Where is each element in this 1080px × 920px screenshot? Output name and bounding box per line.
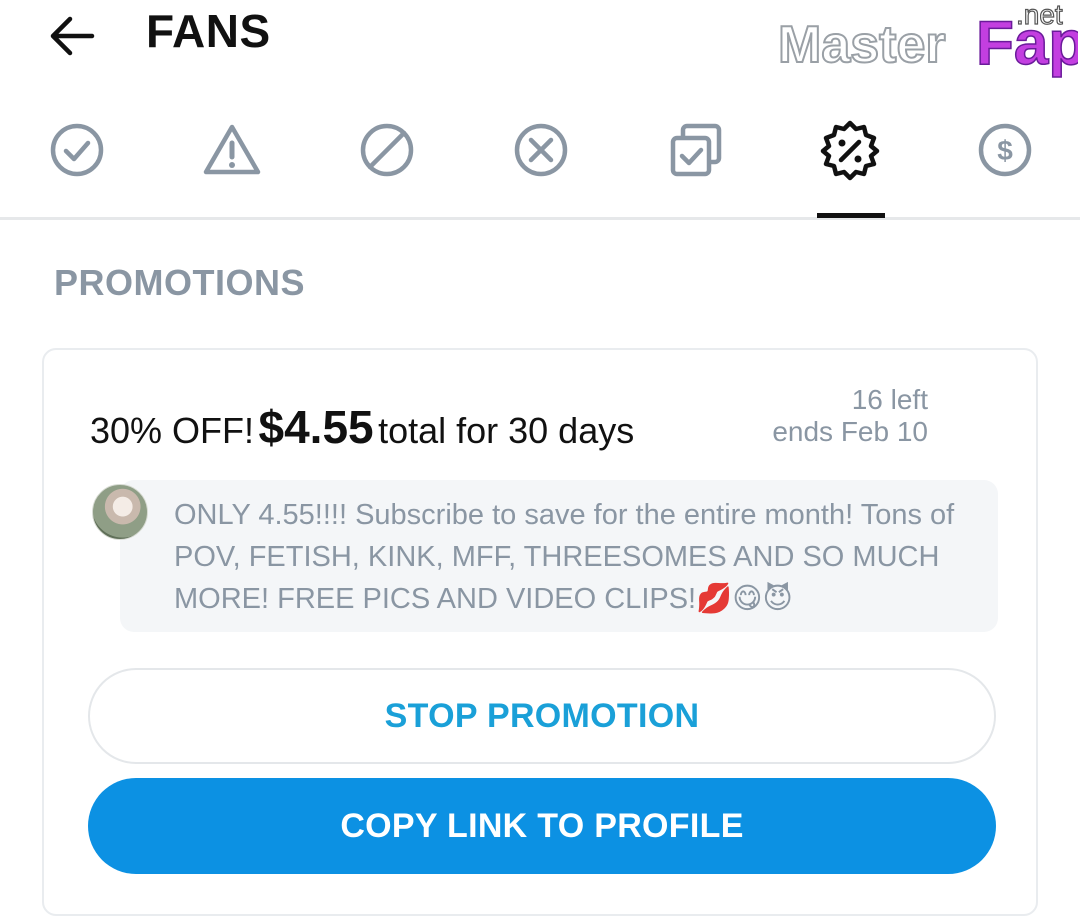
tab-warnings[interactable]: [197, 120, 267, 180]
emoji-group: 💋😋😈: [696, 583, 793, 615]
back-button[interactable]: [44, 8, 104, 64]
tab-blocked[interactable]: [506, 120, 576, 180]
promotion-card: 30% OFF! $4.55 total for 30 days 16 left…: [42, 348, 1038, 916]
promotion-remaining: 16 left: [851, 384, 928, 415]
copy-link-button[interactable]: COPY LINK TO PROFILE: [88, 778, 996, 874]
promotion-title: 30% OFF! $4.55 total for 30 days: [90, 400, 634, 454]
stop-promotion-button[interactable]: STOP PROMOTION: [88, 668, 996, 764]
tab-active-subscribers[interactable]: [42, 120, 112, 180]
promotion-end-date: ends Feb 10: [772, 416, 928, 447]
tab-restricted[interactable]: [352, 120, 422, 180]
percent-badge-icon: [820, 120, 880, 181]
top-bar: FANS Master Fap .net: [0, 0, 1080, 80]
promotion-meta: 16 left ends Feb 10: [772, 384, 928, 448]
promotion-message: ONLY 4.55!!!! Subscribe to save for the …: [174, 499, 955, 615]
tab-lists[interactable]: [661, 120, 731, 180]
avatar[interactable]: [92, 484, 148, 540]
promotion-message-row: ONLY 4.55!!!! Subscribe to save for the …: [92, 480, 998, 632]
stop-promotion-label: STOP PROMOTION: [384, 696, 700, 735]
tab-earnings[interactable]: $: [970, 120, 1040, 180]
section-heading: PROMOTIONS: [54, 262, 306, 303]
x-circle-icon: [514, 123, 568, 177]
dollar-circle-icon: $: [978, 123, 1032, 177]
promotion-discount: 30% OFF!: [90, 410, 255, 451]
promotion-price: $4.55: [258, 401, 374, 453]
svg-text:Master: Master: [778, 16, 946, 74]
stacked-check-icon: [670, 123, 722, 177]
watermark-logo: Master Fap .net: [778, 0, 1078, 79]
check-circle-icon: [50, 123, 104, 177]
page-title: FANS: [146, 5, 271, 57]
promotion-duration: total for 30 days: [378, 410, 635, 451]
svg-text:.net: .net: [1016, 0, 1063, 30]
filter-tab-bar: $: [0, 100, 1080, 220]
svg-text:$: $: [997, 135, 1013, 166]
tab-promotions[interactable]: [815, 120, 885, 181]
copy-link-label: COPY LINK TO PROFILE: [340, 806, 744, 845]
blocked-circle-icon: [360, 123, 414, 177]
promotion-message-bubble: ONLY 4.55!!!! Subscribe to save for the …: [120, 480, 998, 632]
arrow-left-icon: [50, 16, 95, 56]
active-tab-indicator: [817, 213, 885, 218]
warning-triangle-icon: [203, 124, 261, 175]
